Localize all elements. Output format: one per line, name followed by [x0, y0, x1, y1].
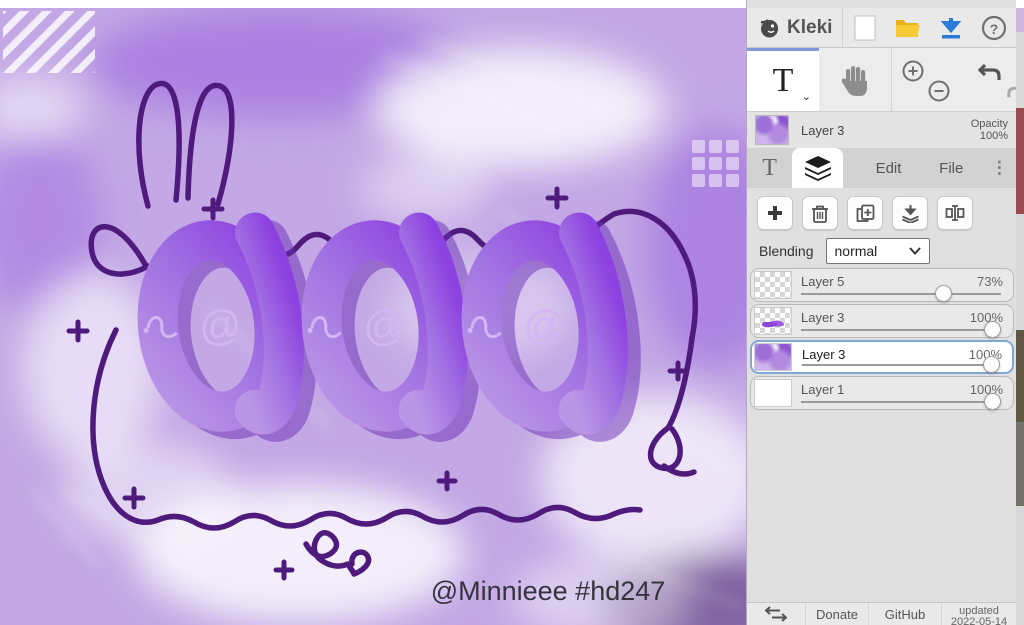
zoom-in-icon [902, 60, 924, 82]
blending-row: Blending normal [747, 238, 1016, 264]
help-button[interactable]: ? [977, 12, 1011, 44]
opacity-slider-knob[interactable] [984, 321, 1001, 338]
opacity-slider[interactable] [801, 393, 1001, 410]
blending-select[interactable]: normal [825, 238, 930, 264]
help-icon: ? [982, 15, 1007, 40]
download-button[interactable] [934, 12, 968, 44]
kleki-app-window: @ @ @ @Minnieee #hd247 Kleki ? T ⌄ Layer… [0, 0, 1024, 625]
tool-bar: T ⌄ [747, 48, 1024, 112]
download-icon [940, 17, 962, 38]
zoom-controls [892, 48, 962, 111]
opacity-slider[interactable] [801, 321, 1001, 338]
svg-text:?: ? [990, 21, 999, 37]
layer-name: Layer 5 [801, 274, 845, 289]
layer-list: Layer 5 73% Layer 3 100% Layer 3 100% La… [750, 268, 1014, 410]
hand-tool-button[interactable] [819, 48, 891, 111]
active-layer-preview: Layer 3 Opacity 100% [747, 112, 1016, 148]
opacity-slider-knob[interactable] [983, 356, 1000, 373]
tab-menu-dots[interactable]: ⋮ [983, 148, 1016, 188]
text-tool-glyph: T [772, 62, 794, 99]
side-panel: Kleki ? T ⌄ Layer 3 Opacity 100% T Edit … [746, 0, 1024, 625]
merge-down-button[interactable] [892, 196, 928, 230]
layer-row[interactable]: Layer 5 73% [750, 268, 1014, 302]
rename-layer-button[interactable] [937, 196, 973, 230]
layer-actions [747, 196, 973, 230]
layers-icon [804, 156, 831, 181]
at-decoration: @ [520, 300, 568, 352]
opacity-slider[interactable] [801, 285, 1001, 302]
layer-row[interactable]: Layer 1 100% [750, 376, 1014, 410]
zoom-out-icon [928, 80, 950, 102]
layer-thumbnail [754, 379, 792, 407]
opacity-slider-knob[interactable] [984, 393, 1001, 410]
duplicate-layer-button[interactable] [847, 196, 883, 230]
at-decoration: @ [196, 300, 244, 352]
layer-opacity-value: 73% [976, 274, 1003, 289]
tab-edit[interactable]: Edit [857, 148, 920, 188]
layer-name: Layer 3 [802, 347, 846, 362]
signature-text: @Minnieee #hd247 [431, 576, 666, 606]
chevron-down-icon [908, 247, 921, 255]
hand-icon [841, 65, 867, 96]
trash-icon [812, 205, 828, 223]
rename-icon [945, 205, 965, 221]
footer-bar: Donate GitHub updated 2022-05-14 [747, 602, 1016, 625]
swap-arrows-icon [765, 606, 787, 622]
tab-file[interactable]: File [920, 148, 983, 188]
opacity-slider-knob[interactable] [934, 285, 952, 302]
layer-row[interactable]: Layer 3 100% [750, 304, 1014, 338]
blending-label: Blending [759, 243, 814, 259]
layer-row-selected[interactable]: Layer 3 100% [750, 340, 1014, 374]
panel-tabs: T Edit File ⋮ [747, 148, 1016, 188]
text-tool-button[interactable]: T ⌄ [747, 48, 819, 111]
kleki-logo[interactable]: Kleki [747, 8, 844, 47]
layer-thumbnail [754, 271, 792, 299]
active-layer-name: Layer 3 [801, 122, 845, 138]
tab-layers[interactable] [792, 148, 844, 188]
duplicate-icon [856, 204, 874, 222]
lettering-aaa: @ @ @ [137, 212, 641, 442]
add-layer-button[interactable] [757, 196, 793, 230]
tool-dropdown-chevron-icon[interactable]: ⌄ [802, 90, 811, 103]
opacity-slider[interactable] [802, 356, 1000, 373]
zoom-in-button[interactable] [902, 60, 924, 85]
plus-icon [768, 206, 782, 220]
merge-down-icon [901, 204, 919, 223]
drawing-canvas[interactable]: @ @ @ @Minnieee #hd247 [0, 8, 746, 625]
new-image-button[interactable] [848, 12, 882, 44]
new-page-icon [854, 15, 876, 40]
screen-edge-background [1016, 0, 1024, 625]
undo-icon [977, 63, 1001, 80]
donate-link[interactable]: Donate [806, 603, 869, 625]
github-link[interactable]: GitHub [869, 603, 942, 625]
swap-colors-button[interactable] [747, 603, 806, 625]
layer-name: Layer 1 [801, 382, 845, 397]
blending-value: normal [834, 243, 878, 259]
top-bar: Kleki ? [747, 8, 1016, 48]
artwork: @ @ @ @Minnieee #hd247 [0, 8, 746, 625]
undo-button[interactable] [977, 62, 1002, 87]
kleki-logo-icon [760, 18, 778, 37]
tab-text[interactable]: T [747, 148, 792, 188]
layer-thumbnail [754, 343, 792, 371]
layer-thumbnail [754, 307, 792, 335]
hatch-texture [3, 11, 95, 73]
active-layer-thumbnail[interactable] [755, 115, 789, 145]
layer-name: Layer 3 [801, 310, 845, 325]
delete-layer-button[interactable] [802, 196, 838, 230]
app-title: Kleki [787, 16, 833, 38]
history-controls [962, 48, 1024, 111]
grid-decoration [692, 140, 739, 187]
at-decoration: @ [360, 300, 408, 352]
open-file-button[interactable] [891, 12, 925, 44]
active-layer-opacity: Opacity 100% [970, 118, 1008, 142]
updated-status: updated 2022-05-14 [950, 605, 1008, 625]
zoom-out-button[interactable] [928, 80, 950, 105]
folder-icon [896, 19, 921, 37]
